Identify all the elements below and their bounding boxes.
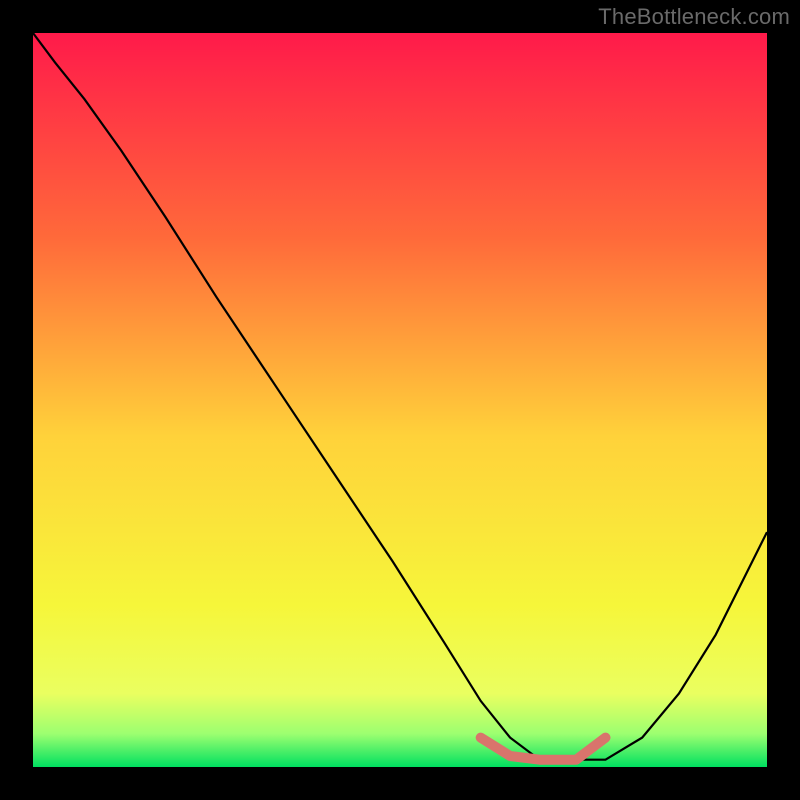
chart-container: TheBottleneck.com <box>0 0 800 800</box>
gradient-background <box>33 33 767 767</box>
watermark-text: TheBottleneck.com <box>598 4 790 30</box>
bottleneck-chart <box>0 0 800 800</box>
